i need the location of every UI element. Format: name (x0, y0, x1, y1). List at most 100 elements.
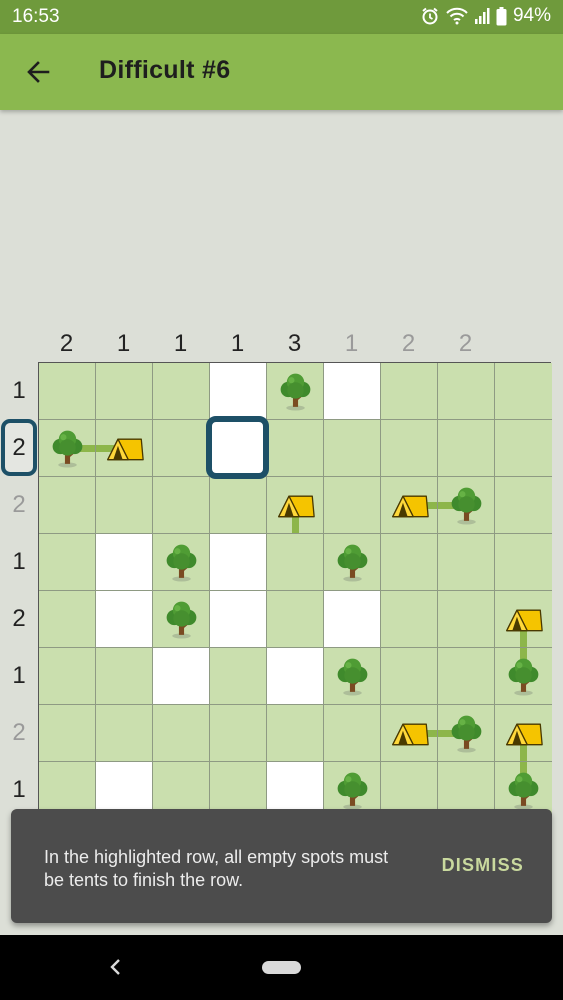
row-clue: 2 (12, 491, 26, 518)
grid-cell-grass[interactable] (381, 363, 438, 420)
grid-cell-grass[interactable] (96, 705, 153, 762)
tent-icon (389, 485, 430, 526)
grid-cell-grass[interactable] (96, 648, 153, 705)
battery-icon (496, 6, 507, 26)
grid-cell-empty[interactable] (96, 591, 153, 648)
grid-cell-grass[interactable] (153, 705, 210, 762)
grid-cell-grass[interactable] (267, 420, 324, 477)
grid-cell-tent[interactable] (495, 705, 552, 762)
column-clue: 1 (116, 330, 131, 357)
grid-cell-grass[interactable] (438, 591, 495, 648)
row-clue: 1 (12, 377, 26, 404)
grid-cell-grass[interactable] (210, 477, 267, 534)
grid-cell-tree[interactable] (495, 648, 552, 705)
tree-icon (503, 656, 544, 697)
row-clue: 1 (12, 662, 26, 689)
grid-cell-grass[interactable] (39, 705, 96, 762)
grid-cell-tent[interactable] (495, 591, 552, 648)
grid-cell-tree[interactable] (267, 363, 324, 420)
grid-cell-tent[interactable] (96, 420, 153, 477)
grid-cell-empty[interactable] (324, 591, 381, 648)
grid-cell-grass[interactable] (153, 477, 210, 534)
grid-cell-grass[interactable] (39, 648, 96, 705)
grid-cell-grass[interactable] (438, 648, 495, 705)
grid-cell-empty[interactable] (210, 363, 267, 420)
grid-cell-grass[interactable] (39, 363, 96, 420)
grid-cell-tree[interactable] (153, 591, 210, 648)
column-clue: 2 (458, 330, 473, 357)
row-clue: 2 (12, 719, 26, 746)
nav-home-pill[interactable] (262, 961, 301, 974)
grid-cell-grass[interactable] (267, 705, 324, 762)
grid-cell-tree[interactable] (153, 534, 210, 591)
grid-cell-grass[interactable] (381, 648, 438, 705)
grid-cell-grass[interactable] (438, 534, 495, 591)
grid-cell-empty[interactable] (153, 648, 210, 705)
grid-cell-grass[interactable] (381, 534, 438, 591)
tent-icon (503, 599, 544, 640)
tent-icon (275, 485, 316, 526)
grid-cell-empty[interactable] (96, 534, 153, 591)
app-bar: Difficult #6 (0, 34, 563, 110)
snackbar-message: In the highlighted row, all empty spots … (44, 847, 389, 890)
grid-cell-grass[interactable] (267, 534, 324, 591)
tree-icon (332, 770, 373, 811)
grid-cell-grass[interactable] (495, 363, 552, 420)
row-clue-highlighted: 2 (1, 419, 37, 476)
grid-cell-grass[interactable] (495, 420, 552, 477)
row-clue: 2 (12, 605, 26, 632)
column-clue: 2 (401, 330, 416, 357)
column-clue: 1 (230, 330, 245, 357)
grid-cell-empty[interactable] (267, 648, 324, 705)
column-clue: 2 (59, 330, 74, 357)
grid-cell-grass[interactable] (39, 477, 96, 534)
grid-cell-grass[interactable] (324, 705, 381, 762)
grid-cell-grass[interactable] (39, 534, 96, 591)
grid-cell-tent[interactable] (381, 477, 438, 534)
tree-icon (47, 428, 88, 469)
grid-cell-grass[interactable] (438, 420, 495, 477)
grid-cell-grass[interactable] (210, 648, 267, 705)
tree-icon (446, 713, 487, 754)
grid-cell-grass[interactable] (267, 591, 324, 648)
grid-cell-grass[interactable] (96, 363, 153, 420)
dismiss-button[interactable]: DISMISS (442, 855, 524, 876)
grid-cell-grass[interactable] (324, 477, 381, 534)
arrow-back-icon[interactable] (20, 54, 56, 90)
grid-cell-grass[interactable] (153, 363, 210, 420)
page-title: Difficult #6 (99, 56, 231, 84)
grid-cell-grass[interactable] (153, 420, 210, 477)
column-clue: 1 (173, 330, 188, 357)
grid-cell-tent[interactable] (381, 705, 438, 762)
tree-icon (161, 599, 202, 640)
grid-cell-empty[interactable] (324, 363, 381, 420)
tent-icon (104, 428, 145, 469)
tent-icon (503, 713, 544, 754)
grid-cell-grass[interactable] (210, 705, 267, 762)
grid-cell-tree[interactable] (324, 648, 381, 705)
battery-percent: 94% (512, 5, 551, 26)
grid-cell-tree[interactable] (438, 705, 495, 762)
grid-cell-grass[interactable] (381, 420, 438, 477)
grid-cell-tent[interactable] (267, 477, 324, 534)
grid-cell-tree[interactable] (438, 477, 495, 534)
grid-cell-grass[interactable] (381, 591, 438, 648)
grid-cell-tree[interactable] (324, 534, 381, 591)
alarm-icon (420, 6, 440, 26)
wifi-icon (446, 7, 468, 25)
tree-icon (275, 371, 316, 412)
grid-cell-grass[interactable] (495, 534, 552, 591)
nav-back-icon[interactable] (104, 955, 128, 979)
tree-icon (332, 656, 373, 697)
puzzle-grid (38, 362, 552, 876)
grid-cell-grass[interactable] (495, 477, 552, 534)
grid-cell-empty[interactable] (210, 534, 267, 591)
grid-cell-empty[interactable] (210, 420, 267, 477)
grid-cell-grass[interactable] (324, 420, 381, 477)
grid-cell-grass[interactable] (39, 591, 96, 648)
grid-cell-tree[interactable] (39, 420, 96, 477)
grid-cell-grass[interactable] (438, 363, 495, 420)
grid-cell-empty[interactable] (210, 591, 267, 648)
grid-cell-grass[interactable] (96, 477, 153, 534)
status-time: 16:53 (12, 6, 60, 27)
